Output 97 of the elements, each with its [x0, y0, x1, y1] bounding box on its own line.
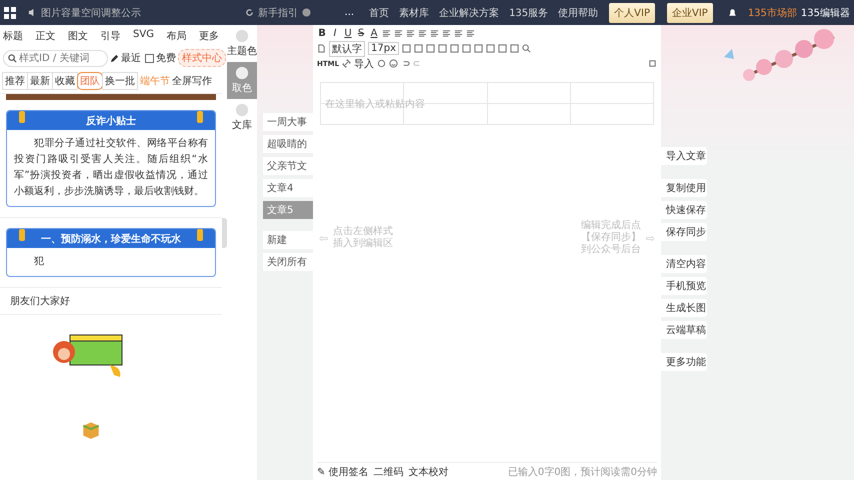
undo-icon[interactable]: [401, 59, 410, 68]
action-button[interactable]: 清空内容: [661, 255, 707, 273]
style-card[interactable]: 反诈小贴士 犯罪分子通过社交软件、网络平台称有投资门路吸引受害人关注。随后组织“水军”扮演投资者，晒出虚假收益情况，通过小额返利，步步洗脑诱导，最后收割钱财。: [6, 110, 216, 207]
tool-icon: [235, 66, 249, 80]
document-icon[interactable]: [317, 44, 326, 53]
filter-chip[interactable]: 最新: [27, 72, 53, 90]
nav-link[interactable]: 素材库: [399, 6, 430, 20]
category-tab[interactable]: 布局: [166, 29, 186, 43]
action-button[interactable]: 复制使用: [661, 179, 707, 197]
align-icon[interactable]: [406, 29, 415, 38]
action-button[interactable]: 手机预览: [661, 277, 707, 295]
table-cell[interactable]: [488, 83, 571, 104]
notice-link[interactable]: 图片容量空间调整公示: [41, 6, 141, 20]
guide-link[interactable]: 新手指引: [258, 6, 298, 20]
align-icon[interactable]: [382, 29, 391, 38]
recent-link[interactable]: 最近: [121, 51, 141, 65]
action-button[interactable]: 快速保存: [661, 201, 707, 219]
free-checkbox[interactable]: [145, 54, 154, 62]
clip-icon: [197, 111, 203, 123]
align-icon[interactable]: [430, 29, 439, 38]
card-title: 反诈小贴士: [86, 114, 136, 128]
article-action-button[interactable]: 新建: [263, 231, 313, 249]
greeting-text[interactable]: 朋友们大家好: [0, 288, 222, 315]
fullscreen-icon[interactable]: [648, 59, 657, 68]
table-cell[interactable]: [488, 104, 571, 125]
font-color-button[interactable]: A: [369, 28, 379, 39]
left-arrow-icon: ⇦: [319, 232, 328, 244]
save-hint: 编辑完成后点 【保存同步】 到公众号后台: [580, 220, 641, 256]
category-tab[interactable]: 引导: [100, 29, 120, 43]
card-title: 一、预防溺水，珍爱生命不玩水: [41, 232, 181, 246]
search-icon: [8, 54, 17, 62]
emoji-icon[interactable]: [389, 59, 398, 68]
tool-icon: [235, 103, 249, 117]
checkbox-label: 免费: [156, 52, 176, 65]
collapse-handle[interactable]: [222, 218, 227, 248]
font-select[interactable]: 默认字: [329, 40, 365, 56]
side-tool[interactable]: 主题色: [227, 25, 257, 62]
article-tab[interactable]: 一周大事: [263, 113, 313, 131]
card-text: 犯: [33, 255, 45, 269]
font-size-select[interactable]: 17px: [368, 42, 399, 55]
category-tab[interactable]: SVG: [133, 29, 154, 43]
qrcode-button[interactable]: 二维码: [374, 465, 404, 479]
proofread-button[interactable]: 文本校对: [408, 465, 449, 479]
nav-link[interactable]: 企业解决方案: [439, 6, 500, 20]
filter-chip[interactable]: 推荐: [2, 72, 28, 90]
align-icon[interactable]: [454, 29, 463, 38]
action-button[interactable]: 生成长图: [661, 299, 707, 317]
tool-icon: [235, 29, 249, 43]
refresh-icon: [245, 8, 254, 17]
user-name[interactable]: 135编辑器: [800, 6, 850, 20]
more-link[interactable]: ...: [344, 7, 354, 18]
table-cell[interactable]: [570, 83, 654, 104]
insert-hint: 点击左侧样式 插入到编辑区: [333, 226, 394, 250]
bold-button[interactable]: B: [317, 28, 327, 39]
article-tab[interactable]: 超吸睛的: [263, 135, 313, 153]
article-action-button[interactable]: 关闭所有: [263, 253, 313, 271]
category-tab[interactable]: 更多: [198, 29, 219, 43]
action-button[interactable]: 更多功能: [661, 353, 707, 371]
card-text: 犯罪分子通过社交软件、网络平台称有投资门路吸引受害人关注。随后组织“水军”扮演投资者，晒出虚假收益情况，通过小额返利，步步洗脑诱导，最后收割钱财。: [13, 136, 209, 199]
filter-chip[interactable]: 换一批: [102, 72, 138, 90]
align-icon[interactable]: [442, 29, 451, 38]
clip-icon: [19, 111, 25, 123]
word-count: 已输入0字0图，预计阅读需0分钟: [508, 466, 657, 479]
clip-icon: [197, 229, 203, 241]
table-cell[interactable]: [570, 104, 654, 125]
filter-chip[interactable]: 收藏: [52, 72, 78, 90]
article-tab[interactable]: 父亲节文: [263, 157, 313, 175]
italic-button[interactable]: I: [330, 28, 340, 39]
strikethrough-button[interactable]: S: [356, 28, 366, 39]
nav-link[interactable]: 首页: [369, 6, 390, 20]
nav-link[interactable]: 135服务: [509, 6, 548, 20]
action-button[interactable]: 导入文章: [661, 147, 707, 165]
align-icon[interactable]: [394, 29, 403, 38]
align-icon[interactable]: [466, 29, 475, 38]
import-button[interactable]: 导入: [354, 56, 374, 70]
right-arrow-icon: ⇨: [646, 232, 655, 244]
signature-button[interactable]: ✎ 使用签名: [317, 465, 369, 479]
pencil-icon: [110, 54, 119, 62]
align-icon[interactable]: [418, 29, 427, 38]
nav-link[interactable]: 使用帮助: [558, 6, 598, 20]
team-name[interactable]: 135市场部: [748, 6, 797, 20]
action-button[interactable]: 云端草稿: [661, 321, 707, 339]
category-tab[interactable]: 图文: [68, 29, 88, 43]
action-button[interactable]: 保存同步: [661, 223, 707, 241]
underline-button[interactable]: U: [343, 28, 353, 39]
grid-logo-icon[interactable]: [4, 6, 16, 18]
category-tab[interactable]: 正文: [36, 29, 56, 43]
fullscreen-link[interactable]: 全屏写作: [172, 74, 212, 88]
bell-icon[interactable]: [726, 7, 738, 18]
vip-button[interactable]: 企业VIP: [666, 2, 713, 22]
clip-icon: [19, 229, 25, 241]
vip-button[interactable]: 个人VIP: [609, 2, 655, 22]
category-tab[interactable]: 标题: [3, 29, 23, 43]
article-tab[interactable]: 文章4: [263, 179, 313, 197]
style-card[interactable]: 一、预防溺水，珍爱生命不玩水 犯: [6, 228, 216, 277]
zoom-icon[interactable]: [522, 44, 531, 53]
side-tool[interactable]: 文库: [227, 99, 257, 136]
